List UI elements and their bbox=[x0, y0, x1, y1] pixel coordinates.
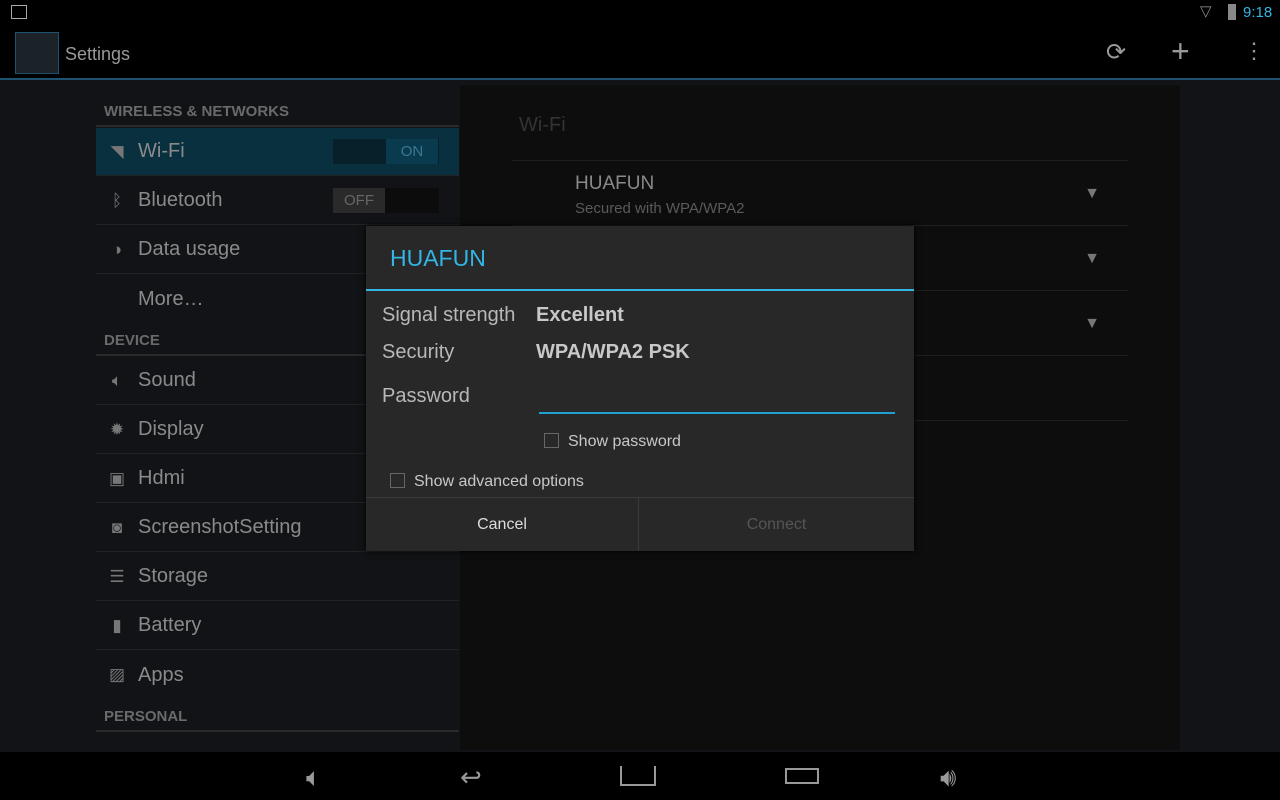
section-header: WIRELESS & NETWORKS bbox=[104, 103, 290, 120]
volume-down-icon[interactable]: 🔈︎ bbox=[306, 762, 322, 794]
status-bar: ▽ 9:18 bbox=[0, 0, 1280, 25]
bluetooth-icon: ᛒ bbox=[111, 190, 123, 210]
app-title: Settings bbox=[65, 44, 131, 64]
settings-app-icon[interactable] bbox=[15, 32, 59, 74]
add-icon[interactable]: + bbox=[1171, 33, 1190, 70]
show-password-checkbox[interactable] bbox=[544, 433, 559, 448]
pane-title: Wi-Fi bbox=[519, 114, 566, 136]
divider bbox=[96, 125, 459, 127]
volume-up-icon[interactable]: 🔊︎ bbox=[940, 762, 956, 794]
wifi-toggle[interactable]: ON bbox=[333, 139, 439, 164]
signal-value: Excellent bbox=[536, 304, 624, 326]
bluetooth-toggle[interactable]: OFF bbox=[333, 188, 439, 213]
wifi-lock-icon: ▼ bbox=[1084, 185, 1100, 202]
battery-status-icon bbox=[1228, 4, 1236, 20]
camera-icon: ◙ bbox=[111, 517, 123, 537]
security-value: WPA/WPA2 PSK bbox=[536, 341, 690, 363]
wifi-connect-dialog: HUAFUN Signal strength Excellent Securit… bbox=[366, 226, 914, 551]
wifi-lock-icon: ▼ bbox=[1084, 250, 1100, 267]
storage-icon: ☰ bbox=[109, 566, 125, 586]
cancel-button[interactable]: Cancel bbox=[366, 497, 638, 551]
apps-icon: ▨ bbox=[108, 665, 126, 684]
sync-icon[interactable]: ⟳ bbox=[1106, 38, 1126, 67]
divider bbox=[96, 730, 459, 732]
wifi-status-icon: ▽ bbox=[1200, 3, 1212, 20]
back-icon[interactable]: ↩ bbox=[460, 762, 482, 793]
sidebar-item-battery[interactable]: ▮ Battery bbox=[96, 602, 459, 650]
sidebar-item-bluetooth[interactable]: ᛒ Bluetooth OFF bbox=[96, 177, 459, 225]
sidebar-item-storage[interactable]: ☰ Storage bbox=[96, 553, 459, 601]
overflow-menu-icon[interactable]: ⋮ bbox=[1243, 38, 1265, 64]
section-header: DEVICE bbox=[104, 332, 160, 349]
recent-apps-icon[interactable] bbox=[785, 768, 819, 784]
sidebar-item-apps[interactable]: ▨ Apps bbox=[96, 651, 459, 699]
wifi-lock-icon: ▼ bbox=[1084, 315, 1100, 332]
sound-icon: 🔈︎ bbox=[111, 370, 123, 390]
connect-button[interactable]: Connect bbox=[638, 497, 914, 551]
dialog-title: HUAFUN bbox=[390, 245, 486, 271]
sidebar-item-wifi[interactable]: ◥ Wi-Fi ON bbox=[96, 128, 459, 176]
show-advanced-checkbox[interactable] bbox=[390, 473, 405, 488]
image-notification-icon bbox=[11, 5, 27, 19]
section-header: PERSONAL bbox=[104, 708, 188, 725]
home-icon[interactable] bbox=[620, 766, 656, 786]
data-usage-icon: ◑ bbox=[111, 239, 123, 259]
password-input[interactable] bbox=[539, 386, 895, 414]
battery-icon: ▮ bbox=[112, 615, 122, 635]
network-item[interactable]: HUAFUN Secured with WPA/WPA2 ▼ bbox=[512, 160, 1128, 225]
hdmi-icon: ▣ bbox=[108, 468, 126, 488]
title-divider bbox=[366, 289, 914, 291]
wifi-icon: ◥ bbox=[110, 141, 124, 161]
display-icon: ✹ bbox=[109, 419, 125, 439]
clock: 9:18 bbox=[1243, 4, 1273, 21]
action-bar: Settings ⟳ + ⋮ bbox=[0, 25, 1280, 80]
